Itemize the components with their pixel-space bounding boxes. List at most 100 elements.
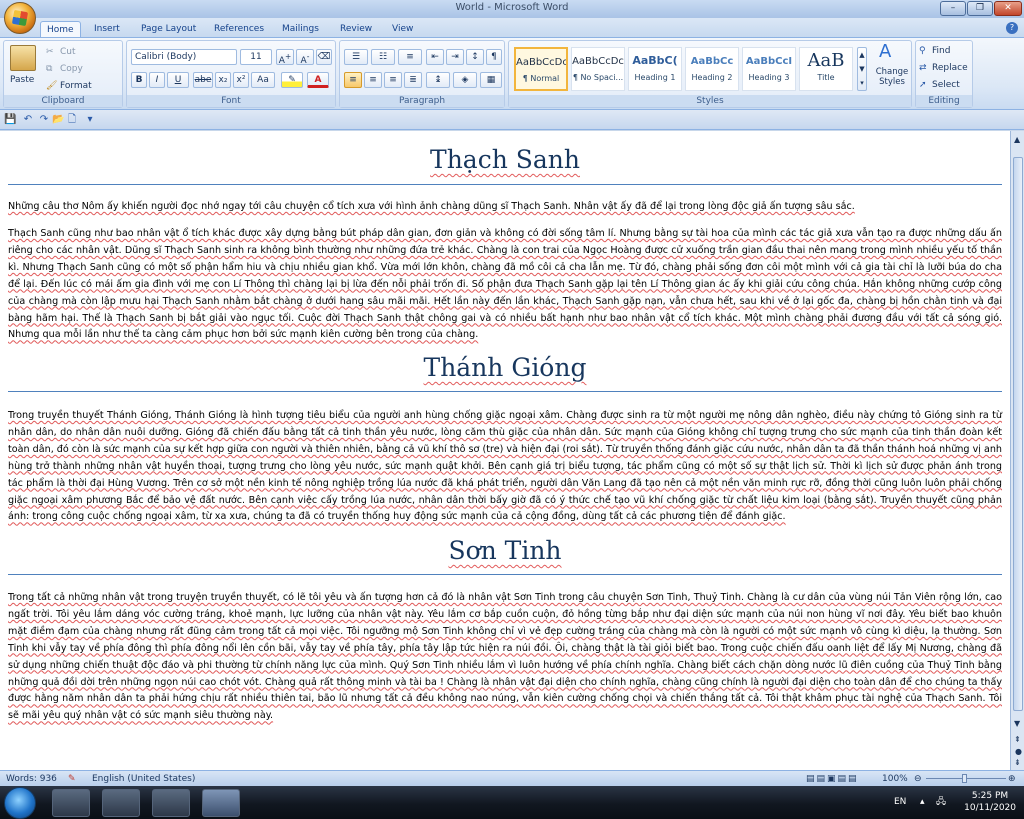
tab-review[interactable]: Review bbox=[334, 21, 378, 38]
align-center-icon[interactable]: ≡ bbox=[364, 72, 382, 88]
ribbon: Paste ✂ Cut ⧉ Copy 🖌 Format Painter Clip… bbox=[0, 37, 1024, 110]
underline-button[interactable]: U bbox=[167, 72, 189, 88]
shrink-font-button[interactable]: A- bbox=[296, 49, 314, 66]
style-preview: AaBbCcI bbox=[745, 56, 793, 67]
open-icon[interactable]: 📂 bbox=[52, 114, 64, 126]
highlight-icon[interactable]: ✎ bbox=[281, 72, 303, 88]
replace-button[interactable]: Replace bbox=[932, 61, 968, 75]
font-color-icon[interactable]: A bbox=[307, 72, 329, 88]
redo-icon[interactable]: ↷ bbox=[38, 114, 50, 126]
styles-scroll-icon[interactable]: ▲ ▼ ▾ bbox=[857, 47, 867, 91]
cut-button[interactable]: Cut bbox=[60, 45, 76, 59]
tab-view[interactable]: View bbox=[386, 21, 419, 38]
heading-son-tinh: Sơn Tinh bbox=[448, 536, 562, 565]
scroll-up-icon[interactable]: ▲ bbox=[1014, 133, 1020, 147]
paste-button[interactable]: Paste bbox=[10, 73, 34, 87]
styles-group: AaBbCcDc ¶ Normal AaBbCcDc ¶ No Spaci... A… bbox=[508, 40, 912, 108]
input-language[interactable]: EN bbox=[894, 795, 906, 809]
style-title[interactable]: AaB Title bbox=[799, 47, 853, 91]
tab-references[interactable]: References bbox=[208, 21, 270, 38]
subscript-button[interactable]: x₂ bbox=[215, 72, 231, 88]
tab-home[interactable]: Home bbox=[40, 21, 81, 38]
shading-icon[interactable]: ◈ bbox=[453, 72, 477, 88]
zoom-out-icon[interactable]: ⊖ bbox=[914, 772, 922, 786]
document-area[interactable]: Thạch Sanh Những câu thơ Nôm ấy khiến ng… bbox=[0, 131, 1010, 770]
view-buttons[interactable]: ▤▤▣▤▤ bbox=[806, 772, 859, 786]
replace-icon: ⇄ bbox=[919, 63, 927, 73]
show-marks-icon[interactable]: ¶ bbox=[486, 49, 502, 65]
tab-mailings[interactable]: Mailings bbox=[276, 21, 325, 38]
borders-icon[interactable]: ▦ bbox=[480, 72, 502, 88]
zoom-slider-thumb[interactable] bbox=[962, 774, 967, 783]
increase-indent-icon[interactable]: ⇥ bbox=[446, 49, 464, 65]
next-page-icon[interactable]: ⇟ bbox=[1014, 756, 1021, 770]
clock[interactable]: 5:25 PM 10/11/2020 bbox=[964, 790, 1016, 814]
decrease-indent-icon[interactable]: ⇤ bbox=[426, 49, 444, 65]
tab-page-layout[interactable]: Page Layout bbox=[135, 21, 202, 38]
taskbar-word-icon[interactable] bbox=[202, 789, 240, 817]
superscript-button[interactable]: x² bbox=[233, 72, 249, 88]
sort-icon[interactable]: ↕ bbox=[466, 49, 484, 65]
ribbon-tabs: Home Insert Page Layout References Maili… bbox=[0, 18, 1024, 38]
style-heading-2[interactable]: AaBbCc Heading 2 bbox=[685, 47, 739, 91]
scroll-down-icon[interactable]: ▼ bbox=[1014, 717, 1020, 731]
window-title: World - Microsoft Word bbox=[455, 2, 569, 13]
tray-arrow-icon[interactable]: ▴ bbox=[920, 795, 925, 809]
taskbar-app-icon[interactable] bbox=[102, 789, 140, 817]
start-button[interactable] bbox=[4, 787, 36, 819]
office-button[interactable] bbox=[4, 2, 36, 34]
change-styles-button[interactable]: Change Styles bbox=[873, 67, 911, 87]
justify-icon[interactable]: ≣ bbox=[404, 72, 422, 88]
style-name: Heading 3 bbox=[748, 73, 790, 82]
font-size-select[interactable]: 11 bbox=[240, 49, 272, 65]
taskbar-browser-icon[interactable] bbox=[52, 789, 90, 817]
grow-font-button[interactable]: A+ bbox=[276, 49, 294, 66]
style-heading-3[interactable]: AaBbCcI Heading 3 bbox=[742, 47, 796, 91]
clear-formatting-icon[interactable]: ⌫ bbox=[316, 49, 332, 65]
restore-button[interactable]: ❐ bbox=[967, 1, 993, 16]
multilevel-list-icon[interactable]: ≡ bbox=[398, 49, 422, 65]
strikethrough-button[interactable]: abe bbox=[193, 72, 213, 88]
copy-button[interactable]: Copy bbox=[60, 62, 83, 76]
quick-access-toolbar: 💾 ↶ ↷ 📂 🗋 ▾ bbox=[0, 110, 1024, 130]
taskbar-tools-icon[interactable] bbox=[152, 789, 190, 817]
zoom-level[interactable]: 100% bbox=[882, 772, 908, 786]
zoom-in-icon[interactable]: ⊕ bbox=[1008, 772, 1016, 786]
heading-thach-sanh: Thạch Sanh bbox=[430, 145, 580, 174]
style-name: ¶ No Spaci... bbox=[572, 73, 624, 82]
italic-button[interactable]: I bbox=[149, 72, 165, 88]
proofing-icon[interactable]: ✎ bbox=[68, 772, 76, 786]
language-status[interactable]: English (United States) bbox=[92, 772, 195, 786]
select-button[interactable]: Select bbox=[932, 78, 960, 92]
paragraph-group: ☰ ☷ ≡ ⇤ ⇥ ↕ ¶ ≡ ≡ ≡ ≣ ↨ ◈ ▦ Paragraph bbox=[339, 40, 505, 108]
style-no-spacing[interactable]: AaBbCcDc ¶ No Spaci... bbox=[571, 47, 625, 91]
close-button[interactable]: ✕ bbox=[994, 1, 1022, 16]
style-heading-1[interactable]: AaBbC(Heading 1 bbox=[628, 47, 682, 91]
undo-icon[interactable]: ↶ bbox=[22, 114, 34, 126]
network-icon[interactable]: 🖧 bbox=[936, 795, 946, 809]
minimize-button[interactable]: – bbox=[940, 1, 966, 16]
styles-label: Styles bbox=[509, 95, 911, 107]
customize-toolbar-icon[interactable]: ▾ bbox=[84, 114, 96, 126]
bullets-icon[interactable]: ☰ bbox=[344, 49, 368, 65]
help-icon[interactable]: ? bbox=[1006, 22, 1018, 34]
new-document-icon[interactable]: 🗋 bbox=[66, 114, 78, 126]
word-count[interactable]: Words: 936 bbox=[6, 772, 57, 786]
vertical-scrollbar[interactable]: ▲ ▼ ⇞ ● ⇟ bbox=[1010, 131, 1024, 770]
office-logo-icon bbox=[11, 9, 29, 27]
change-styles-icon: A bbox=[879, 41, 892, 62]
tab-insert[interactable]: Insert bbox=[88, 21, 126, 38]
scroll-thumb[interactable] bbox=[1013, 157, 1023, 711]
align-left-icon[interactable]: ≡ bbox=[344, 72, 362, 88]
numbering-icon[interactable]: ☷ bbox=[371, 49, 395, 65]
style-preview: AaBbCc bbox=[690, 56, 734, 67]
change-case-button[interactable]: Aa bbox=[251, 72, 275, 88]
paragraph: Trong truyền thuyết Thánh Gióng, Thánh G… bbox=[8, 410, 1002, 523]
line-spacing-icon[interactable]: ↨ bbox=[426, 72, 450, 88]
font-name-select[interactable]: Calibri (Body) bbox=[131, 49, 237, 65]
align-right-icon[interactable]: ≡ bbox=[384, 72, 402, 88]
style-normal[interactable]: AaBbCcDc ¶ Normal bbox=[514, 47, 568, 91]
find-button[interactable]: Find bbox=[932, 44, 950, 58]
save-icon[interactable]: 💾 bbox=[4, 114, 16, 126]
bold-button[interactable]: B bbox=[131, 72, 147, 88]
